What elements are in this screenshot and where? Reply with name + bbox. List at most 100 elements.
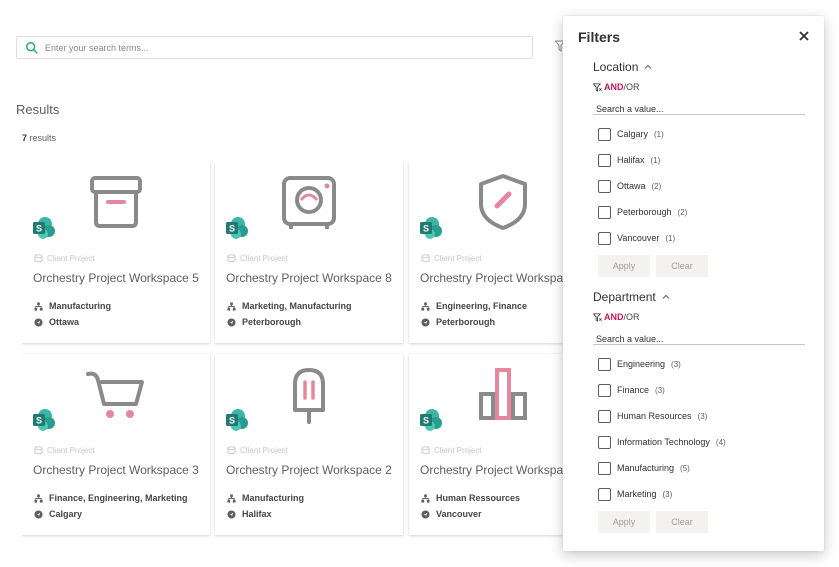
or-option[interactable]: /OR: [624, 312, 640, 322]
checkbox[interactable]: [598, 205, 611, 219]
checkbox[interactable]: [598, 179, 611, 193]
result-card[interactable]: S Client Project Orchestry Project Works…: [409, 354, 567, 535]
card-title[interactable]: Orchestry Project Workspace 2: [226, 463, 392, 477]
checkbox[interactable]: [598, 409, 611, 423]
svg-text:S: S: [36, 224, 42, 234]
department-option-information-technology[interactable]: Information Technology (4): [593, 429, 805, 455]
location-icon: [34, 317, 43, 327]
sharepoint-icon: S: [33, 217, 55, 239]
location-option-calgary[interactable]: Calgary (1): [593, 121, 805, 147]
archive-box-icon: [90, 176, 142, 228]
card-title[interactable]: Orchestry Project Workspace 5: [33, 271, 199, 285]
org-chart-icon: [34, 493, 43, 503]
sharepoint-icon: S: [420, 409, 442, 431]
card-title[interactable]: Orchestry Project Workspace 8: [226, 271, 392, 285]
search-icon: [26, 41, 38, 54]
card-category: Manufacturing: [34, 301, 111, 311]
checkbox[interactable]: [598, 435, 611, 449]
org-chart-icon: [227, 493, 236, 503]
filter-icon: [593, 82, 602, 92]
checkbox[interactable]: [598, 357, 611, 371]
shopping-cart-icon: [86, 371, 144, 418]
card-category: Marketing, Manufacturing: [227, 301, 352, 311]
location-option-halifax[interactable]: Halifax (1): [593, 147, 805, 173]
location-icon: [227, 509, 236, 519]
location-option-peterborough[interactable]: Peterborough (2): [593, 199, 805, 225]
and-or-toggle[interactable]: AND/OR: [593, 81, 805, 93]
location-option-vancouver[interactable]: Vancouver (1): [593, 225, 805, 251]
result-card[interactable]: S Client Project Orchestry Project Works…: [215, 354, 403, 535]
card-category: Engineering, Finance: [421, 301, 527, 311]
org-chart-icon: [227, 301, 236, 311]
search-input[interactable]: [45, 42, 532, 53]
card-type: Client Project: [421, 446, 482, 455]
department-clear-button[interactable]: Clear: [656, 511, 708, 533]
card-location: Calgary: [34, 509, 82, 519]
location-apply-button[interactable]: Apply: [598, 255, 650, 277]
card-title[interactable]: Orchestry Project Workspace 6: [420, 463, 567, 477]
and-option[interactable]: AND: [604, 82, 624, 92]
database-icon: [421, 254, 430, 263]
checkbox[interactable]: [598, 153, 611, 167]
checkbox[interactable]: [598, 487, 611, 501]
safe-icon: [282, 176, 336, 229]
result-card[interactable]: S Client Project Orchestry Project Works…: [22, 162, 210, 343]
org-chart-icon: [34, 301, 43, 311]
sharepoint-icon: S: [226, 217, 248, 239]
location-clear-button[interactable]: Clear: [656, 255, 708, 277]
sharepoint-icon: S: [420, 217, 442, 239]
close-icon[interactable]: [798, 30, 810, 42]
card-type: Client Project: [34, 446, 95, 455]
filters-panel: Filters Location AND/OR Calgary(1) Halif…: [563, 16, 824, 551]
filters-title: Filters: [578, 29, 621, 45]
department-option-marketing[interactable]: Marketing (3): [593, 481, 805, 507]
checkbox[interactable]: [598, 461, 611, 475]
location-search[interactable]: [593, 99, 805, 115]
department-filter: Department AND/OR Engineering(3) Finance…: [593, 289, 805, 533]
results-count: 7 results: [22, 133, 57, 143]
department-search[interactable]: [593, 329, 805, 345]
checkbox[interactable]: [598, 127, 611, 141]
location-section-header[interactable]: Location: [593, 59, 805, 75]
checkbox[interactable]: [598, 383, 611, 397]
filter-icon: [593, 312, 602, 322]
org-chart-icon: [421, 493, 430, 503]
department-option-human-resources[interactable]: Human Resources (3): [593, 403, 805, 429]
department-apply-button[interactable]: Apply: [598, 511, 650, 533]
sharepoint-icon: S: [33, 409, 55, 431]
or-option[interactable]: /OR: [624, 82, 640, 92]
card-location: Ottawa: [34, 317, 79, 327]
location-search-input[interactable]: [593, 104, 805, 114]
results-grid: S Client Project Orchestry Project Works…: [22, 162, 567, 542]
card-location: Peterborough: [227, 317, 301, 327]
department-option-manufacturing[interactable]: Manufacturing (5): [593, 455, 805, 481]
location-option-ottawa[interactable]: Ottawa (2): [593, 173, 805, 199]
location-icon: [421, 317, 430, 327]
card-title[interactable]: Orchestry Project Workspace 4: [420, 271, 567, 285]
bar-chart-icon: [479, 368, 527, 420]
shield-icon: [479, 174, 527, 230]
card-type: Client Project: [227, 254, 288, 263]
card-title[interactable]: Orchestry Project Workspace 3: [33, 463, 199, 477]
location-icon: [421, 509, 430, 519]
and-or-toggle[interactable]: AND/OR: [593, 311, 805, 323]
database-icon: [227, 446, 236, 455]
card-type: Client Project: [421, 254, 482, 263]
department-search-input[interactable]: [593, 334, 805, 344]
result-card[interactable]: S Client Project Orchestry Project Works…: [215, 162, 403, 343]
svg-text:S: S: [423, 224, 429, 234]
result-card[interactable]: S Client Project Orchestry Project Works…: [22, 354, 210, 535]
card-category: Human Ressources: [421, 493, 520, 503]
and-option[interactable]: AND: [604, 312, 624, 322]
department-section-header[interactable]: Department: [593, 289, 805, 305]
result-card[interactable]: S Client Project Orchestry Project Works…: [409, 162, 567, 343]
department-option-engineering[interactable]: Engineering (3): [593, 351, 805, 377]
card-category: Finance, Engineering, Marketing: [34, 493, 188, 503]
svg-text:S: S: [229, 224, 235, 234]
sharepoint-icon: S: [226, 409, 248, 431]
database-icon: [34, 446, 43, 455]
search-box[interactable]: [16, 36, 533, 59]
department-option-finance[interactable]: Finance (3): [593, 377, 805, 403]
org-chart-icon: [421, 301, 430, 311]
checkbox[interactable]: [598, 231, 611, 245]
